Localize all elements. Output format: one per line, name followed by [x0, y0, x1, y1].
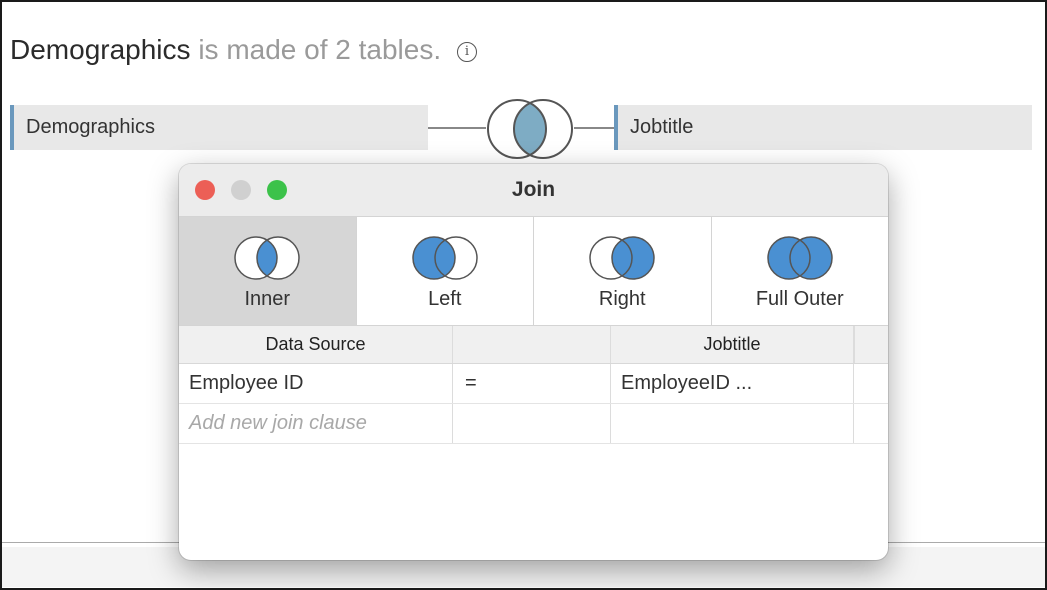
column-header-spacer: [854, 326, 888, 363]
inner-join-icon: [234, 236, 300, 280]
left-join-icon: [412, 236, 478, 280]
info-icon[interactable]: i: [456, 42, 477, 62]
right-table-box[interactable]: Jobtitle: [614, 105, 1032, 150]
full-outer-join-icon: [767, 236, 833, 280]
add-join-clause[interactable]: Add new join clause: [179, 404, 453, 443]
right-join-icon: [589, 236, 655, 280]
column-header-right: Jobtitle: [611, 326, 854, 363]
row-spacer: [854, 364, 888, 403]
window-frame: Demographics is made of 2 tables. i Demo…: [0, 0, 1047, 590]
join-type-inner[interactable]: Inner: [179, 217, 357, 325]
page-title: Demographics is made of 2 tables. i: [10, 34, 477, 66]
join-type-label: Left: [428, 288, 462, 310]
join-clause-grid: Data Source Jobtitle Employee ID = Emplo…: [179, 326, 888, 444]
dialog-titlebar: Join: [179, 164, 888, 216]
join-type-label: Right: [598, 288, 646, 310]
operator-field[interactable]: =: [453, 364, 611, 403]
grid-header: Data Source Jobtitle: [179, 326, 888, 364]
left-table-box[interactable]: Demographics: [10, 105, 428, 150]
dialog-title: Join: [511, 178, 556, 201]
join-type-selector: Inner Left Right Full Outer: [179, 216, 888, 326]
column-header-left: Data Source: [179, 326, 453, 363]
connector-line-right: [574, 127, 614, 129]
empty-cell: [611, 404, 854, 443]
add-join-clause-row[interactable]: Add new join clause: [179, 404, 888, 444]
join-dialog: Join Inner Left Right Full Outer Data So…: [179, 164, 888, 560]
join-type-label: Full Outer: [755, 288, 844, 310]
join-type-label: Inner: [244, 288, 291, 310]
empty-cell: [453, 404, 611, 443]
column-header-operator: [453, 326, 611, 363]
datasource-name[interactable]: Demographics: [10, 34, 191, 65]
row-spacer: [854, 404, 888, 443]
join-clause-row[interactable]: Employee ID = EmployeeID ...: [179, 364, 888, 404]
left-field[interactable]: Employee ID: [179, 364, 453, 403]
join-type-full-outer[interactable]: Full Outer: [711, 217, 888, 325]
join-type-right[interactable]: Right: [534, 217, 712, 325]
right-field[interactable]: EmployeeID ...: [611, 364, 854, 403]
connector-line-left: [428, 127, 486, 129]
join-type-left[interactable]: Left: [356, 217, 534, 325]
inner-join-venn-icon[interactable]: [482, 97, 578, 161]
table-count-text: is made of 2 tables.: [198, 34, 442, 65]
